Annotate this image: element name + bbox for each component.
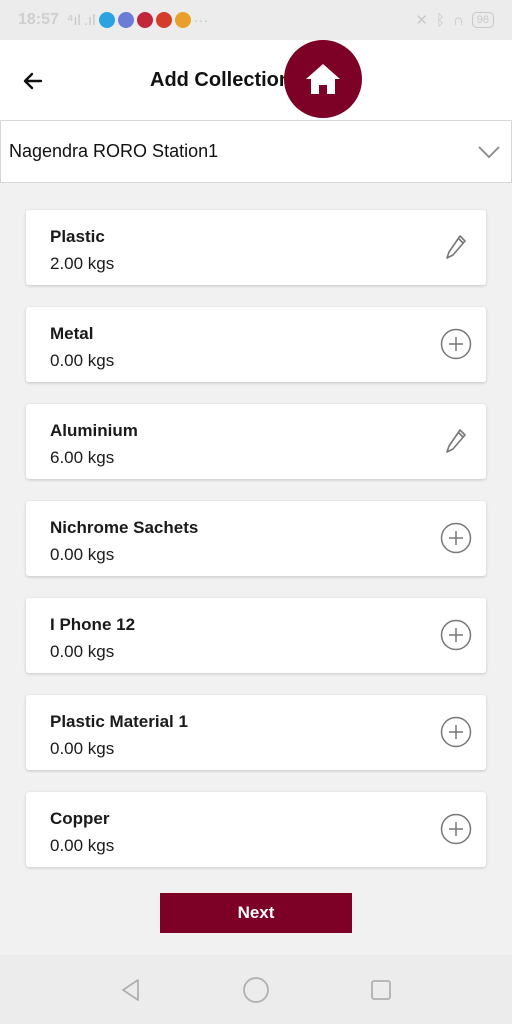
material-quantity: 0.00 kgs bbox=[50, 836, 115, 855]
telegram-icon bbox=[98, 12, 115, 28]
app-notification-icon-3 bbox=[174, 12, 191, 28]
plus-circle-icon bbox=[440, 619, 472, 651]
system-nav-bar bbox=[0, 955, 512, 1024]
headset-icon: ∩ bbox=[452, 11, 464, 29]
next-button[interactable]: Next bbox=[160, 893, 352, 933]
status-bar: 18:57 ⁴ıl .ıl ··· ✕ ᛒ ∩ 96 bbox=[0, 0, 512, 40]
more-notifications-icon: ··· bbox=[193, 11, 209, 29]
signal-icon: ⁴ıl bbox=[66, 11, 81, 29]
circle-home-icon bbox=[243, 976, 269, 1003]
material-quantity: 0.00 kgs bbox=[50, 739, 115, 758]
material-card: Plastic Material 1 0.00 kgs bbox=[26, 695, 486, 770]
app-notification-icon-2 bbox=[155, 12, 172, 28]
add-button[interactable] bbox=[440, 716, 472, 748]
plus-circle-icon bbox=[440, 328, 472, 360]
back-button[interactable] bbox=[18, 66, 48, 96]
material-quantity: 6.00 kgs bbox=[50, 448, 115, 467]
material-quantity: 0.00 kgs bbox=[50, 351, 115, 370]
material-name: Aluminium bbox=[50, 421, 138, 440]
mute-icon: ✕ bbox=[415, 12, 428, 29]
plus-circle-icon bbox=[440, 813, 472, 845]
edit-button[interactable] bbox=[440, 231, 472, 263]
bluetooth-icon: ᛒ bbox=[435, 11, 445, 29]
add-button[interactable] bbox=[440, 328, 472, 360]
home-button[interactable] bbox=[284, 40, 362, 118]
status-time: 18:57 bbox=[18, 11, 59, 28]
edit-button[interactable] bbox=[440, 425, 472, 457]
plus-circle-icon bbox=[440, 716, 472, 748]
material-card: Metal 0.00 kgs bbox=[26, 307, 486, 382]
triangle-back-icon bbox=[122, 978, 139, 1001]
home-icon bbox=[306, 64, 340, 94]
material-quantity: 2.00 kgs bbox=[50, 254, 115, 273]
material-card: Nichrome Sachets 0.00 kgs bbox=[26, 501, 486, 576]
material-card: I Phone 12 0.00 kgs bbox=[26, 598, 486, 673]
battery-icon: 96 bbox=[471, 12, 494, 28]
material-name: Plastic bbox=[50, 227, 105, 246]
add-button[interactable] bbox=[440, 522, 472, 554]
notification-icons: ⁴ıl .ıl ··· bbox=[67, 12, 209, 29]
chevron-down-icon bbox=[478, 145, 500, 158]
discord-icon bbox=[117, 12, 134, 28]
arrow-left-icon bbox=[23, 72, 43, 90]
signal-icon-2: .ıl bbox=[83, 11, 96, 29]
material-name: I Phone 12 bbox=[50, 615, 136, 634]
material-card: Aluminium 6.00 kgs bbox=[26, 404, 486, 479]
nav-back-button[interactable] bbox=[116, 975, 146, 1005]
plus-circle-icon bbox=[440, 522, 472, 554]
material-name: Copper bbox=[50, 809, 110, 828]
material-quantity: 0.00 kgs bbox=[50, 545, 115, 564]
material-card: Plastic 2.00 kgs bbox=[26, 210, 486, 285]
square-recents-icon bbox=[371, 979, 391, 1000]
app-notification-icon bbox=[136, 12, 153, 28]
nav-recents-button[interactable] bbox=[366, 975, 396, 1005]
add-button[interactable] bbox=[440, 813, 472, 845]
pencil-icon bbox=[446, 429, 466, 453]
material-name: Plastic Material 1 bbox=[50, 712, 188, 731]
station-selected-value: Nagendra RORO Station1 bbox=[9, 141, 219, 161]
app-header: Add Collection bbox=[0, 40, 512, 120]
nav-home-button[interactable] bbox=[241, 975, 271, 1005]
material-name: Nichrome Sachets bbox=[50, 518, 199, 537]
station-dropdown[interactable]: Nagendra RORO Station1 bbox=[0, 120, 512, 183]
add-button[interactable] bbox=[440, 619, 472, 651]
pencil-icon bbox=[446, 235, 466, 259]
material-card: Copper 0.00 kgs bbox=[26, 792, 486, 867]
material-quantity: 0.00 kgs bbox=[50, 642, 115, 661]
material-name: Metal bbox=[50, 324, 94, 343]
status-right: ✕ ᛒ ∩ 96 bbox=[415, 11, 494, 29]
page-title: Add Collection bbox=[150, 69, 292, 91]
